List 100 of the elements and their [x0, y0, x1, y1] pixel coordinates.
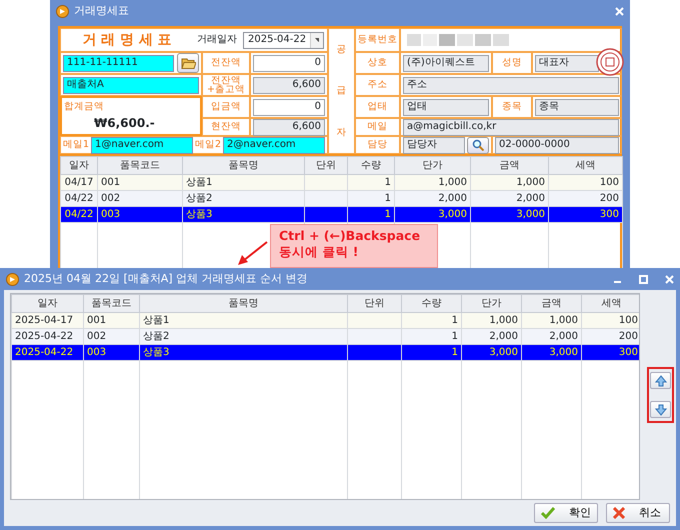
table-cell: 상품2 — [182, 190, 304, 206]
table-cell: 1,000 — [462, 312, 522, 328]
table-cell: 200 — [582, 328, 639, 344]
table-cell: 2,000 — [394, 190, 470, 206]
field-label: 종목 — [502, 102, 522, 112]
field-label: 성명 — [502, 58, 522, 68]
confirm-button[interactable]: 확인 — [534, 503, 598, 523]
maximize-icon[interactable] — [639, 274, 648, 284]
table-cell: 상품3 — [182, 206, 304, 222]
table-cell: 상품1 — [182, 174, 304, 190]
column-header[interactable]: 품목명 — [140, 294, 348, 312]
table-cell: 상품2 — [140, 328, 348, 344]
table-cell: 3,000 — [462, 344, 522, 360]
phone-field[interactable]: 02-0000-0000 — [495, 136, 619, 154]
date-label: 거래일자 — [197, 34, 237, 46]
email-field[interactable]: 1@naver.com — [91, 136, 193, 154]
table-cell: 1 — [348, 206, 394, 222]
email-field[interactable]: 2@naver.com — [223, 136, 325, 154]
column-header[interactable]: 금액 — [470, 156, 548, 174]
total-label: 합계금액 — [64, 102, 104, 112]
table-cell: 1,000 — [522, 312, 582, 328]
column-header[interactable]: 단가 — [462, 294, 522, 312]
table-cell: 상품3 — [140, 344, 348, 360]
column-header[interactable]: 일자 — [12, 294, 84, 312]
search-button[interactable] — [467, 136, 489, 154]
table-cell: 04/22 — [60, 206, 98, 222]
column-header[interactable]: 품목명 — [182, 156, 304, 174]
field-label: 메일 — [368, 122, 388, 132]
ceo-field[interactable]: 대표자 — [535, 54, 599, 72]
total-amount: ₩6,600.- — [94, 116, 155, 130]
up-arrow-icon — [654, 374, 666, 386]
move-up-button[interactable] — [650, 372, 671, 389]
check-icon — [541, 507, 555, 519]
arrow-icon — [237, 240, 269, 266]
table-cell: 04/22 — [60, 190, 98, 206]
business-field[interactable]: 업태 — [403, 98, 489, 116]
field-label: 업태 — [368, 102, 388, 112]
email-label: 메일1 — [63, 140, 90, 150]
customer-name-field[interactable]: 매출처A — [63, 76, 199, 94]
balance-field[interactable]: 0 — [253, 98, 325, 116]
table-cell: 3,000 — [522, 344, 582, 360]
email-field[interactable]: a@magicbill.co,kr — [403, 118, 619, 136]
table-cell: 002 — [98, 190, 182, 206]
app-icon — [56, 4, 69, 18]
callout: Ctrl + (←)Backspace 동시에 클릭 ! — [270, 224, 438, 268]
dialog-title: 2025년 04월 22일 [매출처A] 업체 거래명세표 순서 변경 — [24, 272, 309, 286]
table-cell: 2025-04-22 — [12, 328, 84, 344]
table-cell: 상품1 — [140, 312, 348, 328]
date-dropdown[interactable]: 2025-04-22 — [243, 32, 324, 48]
field-label: 주소 — [368, 80, 388, 90]
column-header[interactable]: 일자 — [60, 156, 98, 174]
column-header[interactable]: 수량 — [348, 156, 394, 174]
table-cell: 300 — [548, 206, 622, 222]
column-header[interactable]: 품목코드 — [98, 156, 182, 174]
table-cell: 100 — [548, 174, 622, 190]
table-cell: 003 — [98, 206, 182, 222]
table-cell: 100 — [582, 312, 639, 328]
window-title: 거래명세표 — [74, 4, 130, 18]
column-header[interactable]: 금액 — [522, 294, 582, 312]
business-number-field[interactable]: 111-11-11111 — [63, 54, 174, 72]
close-icon[interactable] — [615, 6, 624, 16]
table-cell: 2025-04-17 — [12, 312, 84, 328]
table-cell: 1 — [348, 190, 394, 206]
contact-field[interactable]: 담당자 — [403, 136, 465, 154]
close-icon[interactable] — [665, 274, 674, 284]
field-label: 상호 — [368, 58, 388, 68]
move-down-button[interactable] — [650, 401, 671, 418]
field-label: 등록번호 — [358, 35, 398, 45]
address-field[interactable]: 주소 — [403, 76, 619, 94]
column-header[interactable]: 세액 — [582, 294, 639, 312]
table-cell: 3,000 — [470, 206, 548, 222]
column-header[interactable]: 단위 — [348, 294, 402, 312]
table-cell: 1,000 — [470, 174, 548, 190]
balance-label: 전잔액 — [211, 58, 241, 68]
table-cell: 04/17 — [60, 174, 98, 190]
balance-field: 6,600 — [253, 76, 325, 94]
table-cell: 001 — [98, 174, 182, 190]
column-header[interactable]: 세액 — [548, 156, 622, 174]
column-header[interactable]: 단가 — [394, 156, 470, 174]
table-cell: 003 — [84, 344, 140, 360]
supplier-label: 공 — [336, 44, 346, 54]
table-cell: 1 — [348, 174, 394, 190]
balance-field[interactable]: 0 — [253, 54, 325, 72]
search-icon — [472, 139, 484, 151]
item-field[interactable]: 종목 — [535, 98, 619, 116]
table-cell: 1 — [402, 328, 462, 344]
column-header[interactable]: 수량 — [402, 294, 462, 312]
cancel-button[interactable]: 취소 — [606, 503, 670, 523]
column-header[interactable]: 품목코드 — [84, 294, 140, 312]
balance-label: 현잔액 — [211, 122, 241, 132]
column-header[interactable]: 단위 — [304, 156, 348, 174]
supplier-label: 자 — [336, 128, 346, 138]
company-field[interactable]: (주)아이퀘스트 — [403, 54, 489, 72]
app-icon — [6, 272, 19, 286]
table-cell: 002 — [84, 328, 140, 344]
table-cell: 1 — [402, 312, 462, 328]
table-cell: 3,000 — [394, 206, 470, 222]
supplier-label: 급 — [336, 86, 346, 96]
table-cell: 2025-04-22 — [12, 344, 84, 360]
folder-button[interactable] — [177, 53, 199, 73]
